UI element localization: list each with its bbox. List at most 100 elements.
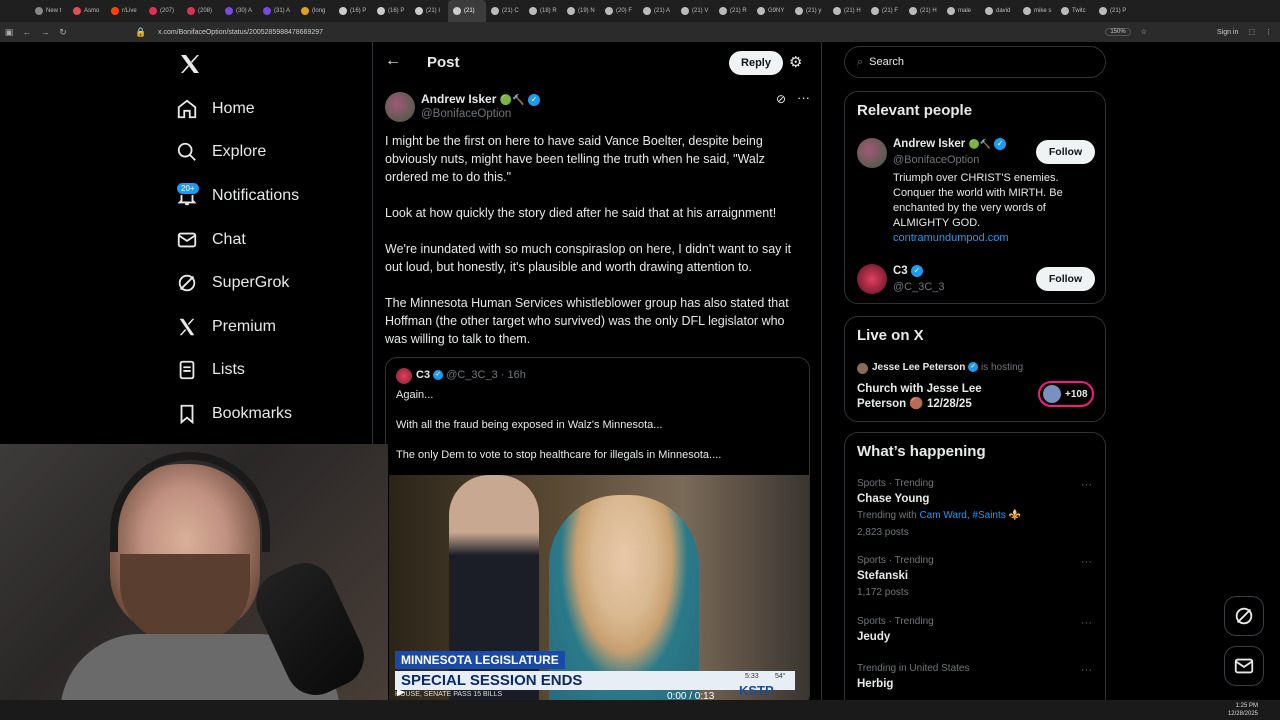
trend-name[interactable]: Jeudy <box>857 631 890 643</box>
browser-toolbar: ▣ ← → ↻ 🔒 x.com/BonifaceOption/status/20… <box>0 22 1280 42</box>
more-icon[interactable]: ··· <box>1081 556 1092 568</box>
browser-tab[interactable]: (21) P <box>1094 0 1132 22</box>
person-name: C3 <box>893 265 908 278</box>
page-title: Post <box>427 54 460 71</box>
nav-chat[interactable]: Chat <box>176 225 246 255</box>
browser-tab[interactable]: (21) <box>448 0 486 22</box>
browser-tab[interactable]: (208) <box>182 0 220 22</box>
nav-explore[interactable]: Explore <box>176 137 266 167</box>
person-name-row[interactable]: C3 ✓ <box>893 265 923 277</box>
nav-home[interactable]: Home <box>176 94 255 124</box>
address-bar[interactable]: x.com/BonifaceOption/status/200528598847… <box>158 29 323 36</box>
tab-label: (16) P <box>388 8 405 14</box>
live-listeners-pill[interactable]: +108 <box>1038 381 1094 407</box>
person-handle: @BonifaceOption <box>893 154 980 166</box>
author-name-row[interactable]: Andrew Isker 🟢🔨 ✓ <box>421 92 540 106</box>
browser-tab[interactable]: (21) H <box>828 0 866 22</box>
person-avatar[interactable] <box>857 264 887 294</box>
nav-supergrok[interactable]: SuperGrok <box>176 268 289 298</box>
follow-button[interactable]: Follow <box>1036 267 1095 291</box>
reload-icon[interactable]: ↻ <box>54 27 72 38</box>
follow-button[interactable]: Follow <box>1036 140 1095 164</box>
browser-tab[interactable]: (21) H <box>904 0 942 22</box>
person-link[interactable]: contramundumpod.com <box>893 232 1009 244</box>
nav-bookmarks[interactable]: Bookmarks <box>176 399 292 429</box>
play-icon[interactable]: ▶ <box>397 687 405 698</box>
trend-name[interactable]: Herbig <box>857 678 893 690</box>
post-column: ← Post Reply ⚙ Andrew Isker 🟢🔨 ✓ @Bonifa… <box>372 42 822 702</box>
search-placeholder: Search <box>869 56 905 68</box>
browser-tab[interactable]: (21) V <box>676 0 714 22</box>
more-icon[interactable]: ··· <box>1081 479 1092 491</box>
browser-tab[interactable]: (16) P <box>334 0 372 22</box>
browser-tab[interactable]: (30) A <box>220 0 258 22</box>
forward-icon[interactable]: → <box>36 27 54 37</box>
more-icon[interactable]: ··· <box>797 90 810 105</box>
browser-tab[interactable]: r/Live <box>106 0 144 22</box>
more-icon[interactable]: ··· <box>1081 664 1092 676</box>
browser-tab[interactable]: (21) R <box>714 0 752 22</box>
browser-tab[interactable]: G9NY <box>752 0 790 22</box>
back-arrow-icon[interactable]: ← <box>385 52 401 70</box>
trend-name[interactable]: Chase Young <box>857 493 929 505</box>
browser-tab[interactable]: (20) F <box>600 0 638 22</box>
extensions-icon[interactable]: ⬚ <box>1248 28 1255 36</box>
browser-tab[interactable]: male <box>942 0 980 22</box>
bookmark-star-icon[interactable]: ☆ <box>1141 28 1147 36</box>
browser-tab[interactable]: New t <box>30 0 68 22</box>
search-icon <box>177 142 196 161</box>
tab-label: (207) <box>160 8 175 14</box>
browser-tab[interactable]: Twitc <box>1056 0 1094 22</box>
zoom-indicator[interactable]: 150% <box>1105 28 1131 36</box>
trend-name[interactable]: Stefanski <box>857 570 908 582</box>
sliders-icon[interactable]: ⚙ <box>789 53 802 71</box>
sidebar-toggle-icon[interactable]: ▣ <box>0 27 18 38</box>
grok-fab[interactable] <box>1224 596 1264 636</box>
browser-tab[interactable]: (long <box>296 0 334 22</box>
browser-tab[interactable]: (21) I <box>410 0 448 22</box>
browser-tab[interactable]: (21) C <box>486 0 524 22</box>
tab-label: (21) y <box>806 8 822 14</box>
tab-label: r/Live <box>122 8 137 14</box>
grok-icon[interactable]: ⊘ <box>776 92 786 106</box>
search-input[interactable]: ⌕ Search <box>844 46 1106 78</box>
browser-tab[interactable]: (21) A <box>638 0 676 22</box>
tab-label: (21) I <box>426 8 441 14</box>
x-logo[interactable] <box>178 52 202 76</box>
nav-lists[interactable]: Lists <box>176 355 245 385</box>
live-space-title[interactable]: Church with Jesse Lee Peterson 🟤 12/28/2… <box>857 382 1007 412</box>
nav-premium[interactable]: Premium <box>176 312 276 342</box>
messages-fab[interactable] <box>1224 646 1264 686</box>
video-player[interactable]: MINNESOTA LEGISLATURE SPECIAL SESSION EN… <box>389 475 809 702</box>
tab-label: male <box>958 8 972 14</box>
nav-home-label: Home <box>212 100 255 117</box>
more-icon[interactable]: ··· <box>1081 617 1092 629</box>
trend-with-links[interactable]: Cam Ward, #Saints ⚜️ <box>919 510 1021 521</box>
browser-tab[interactable]: (19) N <box>562 0 600 22</box>
tab-label: david <box>996 8 1011 14</box>
browser-tab[interactable]: (21) F <box>866 0 904 22</box>
person-name-row[interactable]: Andrew Isker 🟢🔨 ✓ <box>893 138 1007 150</box>
author-avatar[interactable] <box>385 92 415 122</box>
back-icon[interactable]: ← <box>18 27 36 37</box>
person-avatar[interactable] <box>857 138 887 168</box>
browser-tab[interactable]: (21) y <box>790 0 828 22</box>
taskbar-clock[interactable]: 1:25 PM 12/28/2025 <box>1228 702 1258 718</box>
author-handle[interactable]: @BonifaceOption <box>421 108 511 120</box>
browser-tab[interactable]: (31) A <box>258 0 296 22</box>
browser-tab[interactable]: (18) R <box>524 0 562 22</box>
browser-tab[interactable]: Asmo <box>68 0 106 22</box>
quoted-post[interactable]: C3 ✓ @C_3C_3 · 16h Again... With all the… <box>385 357 810 702</box>
browser-tab[interactable]: (16) P <box>372 0 410 22</box>
trend-category: Sports · Trending <box>857 555 934 566</box>
browser-tab[interactable]: david <box>980 0 1018 22</box>
verified-icon: ✓ <box>994 138 1007 150</box>
tab-label: (21) <box>464 8 475 14</box>
browser-tab[interactable]: mike s <box>1018 0 1056 22</box>
browser-menu-icon[interactable]: ⋮ <box>1265 28 1272 36</box>
sign-in-button[interactable]: Sign in <box>1217 29 1238 36</box>
browser-tab[interactable]: (207) <box>144 0 182 22</box>
reply-button[interactable]: Reply <box>729 51 783 75</box>
tab-favicon-icon <box>795 7 803 15</box>
live-host-row[interactable]: Jesse Lee Peterson ✓ is hosting <box>872 362 1023 373</box>
